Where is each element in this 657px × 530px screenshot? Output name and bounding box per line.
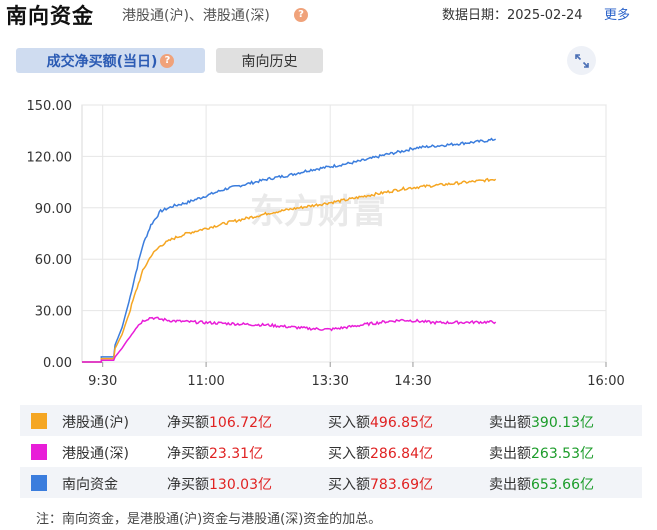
y-tick-label: 120.00 — [27, 150, 73, 165]
buy-value: 783.69亿 — [370, 477, 433, 493]
tab-southbound-history-label: 南向历史 — [241, 53, 298, 70]
x-tick-label: 13:30 — [311, 374, 348, 389]
sell-amount: 卖出额263.53亿 — [489, 443, 594, 463]
legend-row: 港股通(沪) 净买额106.72亿 买入额496.85亿 卖出额390.13亿 — [20, 405, 642, 436]
net-buy-label: 净买额 — [167, 477, 209, 493]
plot-frame — [81, 104, 607, 363]
tab-net-buy-today-label: 成交净买额(当日) — [46, 53, 158, 70]
header: 南向资金 港股通(沪)、港股通(深) ? 数据日期：2025-02-24 更多 — [0, 0, 657, 28]
y-tick-label: 150.00 — [27, 99, 73, 114]
x-tick-label: 9:30 — [88, 374, 117, 389]
subtitle-text: 港股通(沪)、港股通(深) — [122, 8, 270, 24]
legend-row: 港股通(深) 净买额23.31亿 买入额286.84亿 卖出额263.53亿 — [20, 436, 642, 467]
y-tick-label: 60.00 — [35, 253, 72, 268]
sell-value: 263.53亿 — [531, 446, 594, 462]
y-tick-label: 90.00 — [35, 202, 72, 217]
net-buy-label: 净买额 — [167, 415, 209, 431]
expand-button[interactable] — [567, 46, 596, 75]
buy-amount: 买入额783.69亿 — [328, 474, 433, 494]
sell-label: 卖出额 — [489, 415, 531, 431]
series-name: 港股通(沪) — [62, 415, 129, 431]
watermark-text: 东方财富 — [250, 192, 386, 232]
series-line — [82, 137, 496, 363]
sell-label: 卖出额 — [489, 477, 531, 493]
page-title: 南向资金 — [6, 4, 94, 28]
buy-amount: 买入额496.85亿 — [328, 412, 433, 432]
more-link[interactable]: 更多 — [604, 4, 630, 23]
series-color-swatch — [31, 413, 47, 429]
x-tick-label: 16:00 — [587, 374, 624, 389]
sell-value: 653.66亿 — [531, 477, 594, 493]
sell-label: 卖出额 — [489, 446, 531, 462]
x-tick-label: 14:30 — [394, 374, 431, 389]
series-line — [82, 316, 497, 363]
net-buy-label: 净买额 — [167, 446, 209, 462]
line-chart: 东方财富 150.00 120.00 90.00 60.00 30.00 0.00 9:30… — [27, 99, 625, 389]
buy-amount: 买入额286.84亿 — [328, 443, 433, 463]
y-tick-label: 0.00 — [43, 356, 72, 371]
sell-value: 390.13亿 — [531, 415, 594, 431]
help-icon[interactable]: ? — [160, 53, 175, 68]
series-color-swatch — [31, 475, 47, 491]
net-buy-value: 130.03亿 — [209, 477, 272, 493]
buy-label: 买入额 — [328, 477, 370, 493]
sell-amount: 卖出额390.13亿 — [489, 412, 594, 432]
net-buy-value: 23.31亿 — [209, 446, 264, 462]
buy-value: 496.85亿 — [370, 415, 433, 431]
net-buy: 净买额106.72亿 — [167, 412, 272, 432]
help-icon[interactable]: ? — [294, 8, 308, 22]
y-tick-label: 30.00 — [35, 305, 72, 320]
legend-row: 南向资金 净买额130.03亿 买入额783.69亿 卖出额653.66亿 — [20, 467, 642, 498]
net-buy: 净买额130.03亿 — [167, 474, 272, 494]
tab-southbound-history[interactable]: 南向历史 — [216, 48, 323, 73]
series-name: 港股通(深) — [62, 446, 129, 462]
sell-amount: 卖出额653.66亿 — [489, 474, 594, 494]
buy-label: 买入额 — [328, 415, 370, 431]
legend-table: 港股通(沪) 净买额106.72亿 买入额496.85亿 卖出额390.13亿 港股通(… — [20, 405, 642, 498]
buy-value: 286.84亿 — [370, 446, 433, 462]
expand-icon — [574, 53, 589, 68]
x-tick-label: 11:00 — [187, 374, 224, 389]
net-buy: 净买额23.31亿 — [167, 443, 263, 463]
footnote: 注：南向资金，是港股通(沪)资金与港股通(深)资金的加总。 — [36, 512, 382, 527]
series-name: 南向资金 — [62, 477, 118, 493]
subtitle: 港股通(沪)、港股通(深) ? — [122, 5, 308, 25]
tab-net-buy-today[interactable]: 成交净买额(当日) ? — [16, 48, 205, 73]
net-buy-value: 106.72亿 — [209, 415, 272, 431]
series-color-swatch — [31, 444, 47, 460]
buy-label: 买入额 — [328, 446, 370, 462]
data-date: 数据日期：2025-02-24 — [442, 8, 583, 23]
